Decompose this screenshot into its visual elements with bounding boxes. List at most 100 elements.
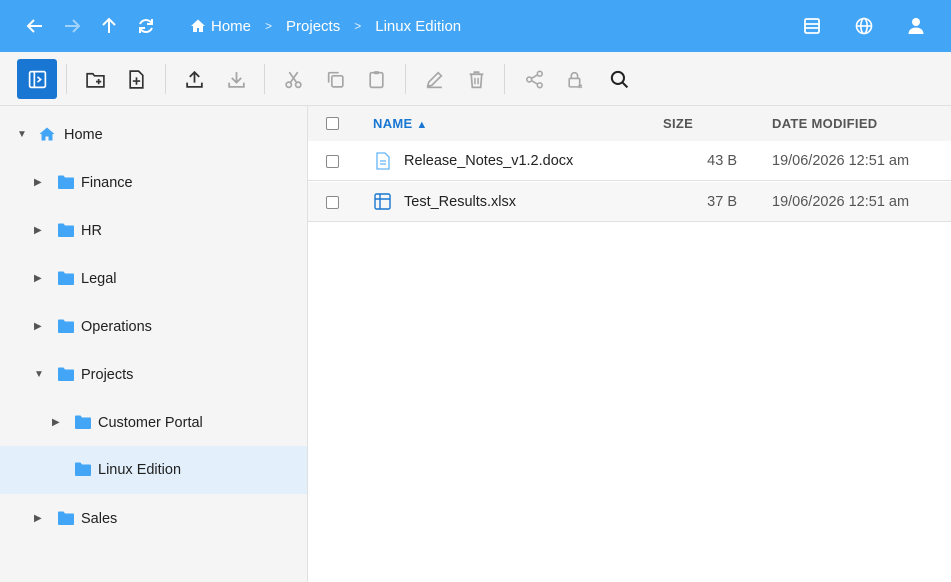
column-header-date[interactable]: DATE MODIFIED xyxy=(772,116,878,131)
tree-item-projects[interactable]: ▼ Projects xyxy=(0,351,307,399)
tree-item-label: Customer Portal xyxy=(98,415,203,431)
toolbar-divider xyxy=(165,64,166,94)
arrow-up-icon xyxy=(102,17,116,33)
lock-user-icon xyxy=(567,71,582,88)
upload-button[interactable] xyxy=(174,59,214,99)
toolbar-divider xyxy=(66,64,67,94)
caret-down-icon[interactable]: ▼ xyxy=(34,370,44,380)
folder-tree: ▼ Home ▶ Finance ▶ HR ▶ Legal ▶ Operatio… xyxy=(0,106,308,582)
breadcrumb-projects[interactable]: Projects xyxy=(286,18,340,35)
select-all-checkbox[interactable] xyxy=(326,117,339,130)
tree-item-customer-portal[interactable]: ▶ Customer Portal xyxy=(0,399,307,447)
toolbar-divider xyxy=(264,64,265,94)
file-name: Test_Results.xlsx xyxy=(404,194,517,210)
share-button[interactable] xyxy=(514,59,554,99)
folder-icon xyxy=(58,367,74,381)
download-button[interactable] xyxy=(216,59,256,99)
column-header-size[interactable]: SIZE xyxy=(663,116,693,131)
pencil-icon xyxy=(426,70,443,88)
toggle-sidebar-button[interactable] xyxy=(17,59,57,99)
user-button[interactable] xyxy=(903,13,929,39)
folder-icon xyxy=(58,319,74,333)
document-icon xyxy=(376,152,390,170)
layout-button[interactable] xyxy=(799,13,825,39)
file-name: Release_Notes_v1.2.docx xyxy=(404,153,574,169)
tree-item-label: Operations xyxy=(81,319,152,335)
scissors-icon xyxy=(284,71,302,88)
permissions-button[interactable] xyxy=(555,59,595,99)
folder-icon xyxy=(58,223,74,237)
tree-item-home[interactable]: ▼ Home xyxy=(0,111,307,159)
column-header-name[interactable]: NAME ▲ xyxy=(373,116,428,131)
row-checkbox[interactable] xyxy=(326,196,339,209)
new-folder-button[interactable] xyxy=(75,59,115,99)
tree-item-legal[interactable]: ▶ Legal xyxy=(0,255,307,303)
upload-icon xyxy=(185,70,203,88)
tree-item-hr[interactable]: ▶ HR xyxy=(0,207,307,255)
user-icon xyxy=(908,18,924,34)
refresh-button[interactable] xyxy=(133,13,159,39)
caret-right-icon[interactable]: ▶ xyxy=(34,514,44,524)
tree-item-linux-edition[interactable]: Linux Edition xyxy=(0,446,307,494)
breadcrumb-label: Home xyxy=(211,17,252,35)
sidebar-toggle-icon xyxy=(28,70,46,88)
refresh-icon xyxy=(139,19,153,33)
file-date: 19/06/2026 12:51 am xyxy=(772,194,910,210)
toolbar xyxy=(0,52,951,106)
layout-icon xyxy=(804,18,820,34)
breadcrumb-separator: > xyxy=(354,19,362,33)
sort-ascending-icon: ▲ xyxy=(416,119,428,131)
folder-icon xyxy=(58,511,74,525)
arrow-left-icon xyxy=(26,19,42,33)
up-button[interactable] xyxy=(96,13,122,39)
file-plus-icon xyxy=(128,69,144,89)
folder-icon xyxy=(75,462,91,476)
caret-right-icon[interactable]: ▶ xyxy=(34,226,44,236)
spreadsheet-icon xyxy=(374,193,391,210)
back-button[interactable] xyxy=(22,13,48,39)
folder-plus-icon xyxy=(85,72,105,88)
tree-item-label: Projects xyxy=(81,367,134,383)
forward-button[interactable] xyxy=(59,13,85,39)
caret-right-icon[interactable]: ▶ xyxy=(52,418,62,428)
home-icon xyxy=(39,127,55,141)
breadcrumb-label: Linux Edition xyxy=(375,17,462,35)
caret-down-icon[interactable]: ▼ xyxy=(17,130,27,140)
toolbar-divider xyxy=(405,64,406,94)
folder-icon xyxy=(58,175,74,189)
tree-item-finance[interactable]: ▶ Finance xyxy=(0,159,307,207)
tree-item-label: Legal xyxy=(81,271,117,287)
delete-button[interactable] xyxy=(456,59,496,99)
arrow-right-icon xyxy=(65,19,81,33)
file-list: NAME ▲ SIZE DATE MODIFIED Release_Notes_… xyxy=(308,106,951,582)
table-header: NAME ▲ SIZE DATE MODIFIED xyxy=(308,106,951,141)
breadcrumb-separator: > xyxy=(265,19,273,33)
tree-item-operations[interactable]: ▶ Operations xyxy=(0,303,307,351)
file-size: 43 B xyxy=(707,153,737,169)
clipboard-icon xyxy=(368,70,384,88)
breadcrumb-label: Projects xyxy=(286,17,341,35)
table-row[interactable]: Release_Notes_v1.2.docx 43 B 19/06/2026 … xyxy=(308,141,951,181)
copy-button[interactable] xyxy=(315,59,355,99)
table-row[interactable]: Test_Results.xlsx 37 B 19/06/2026 12:51 … xyxy=(308,182,951,222)
tree-item-sales[interactable]: ▶ Sales xyxy=(0,495,307,543)
caret-right-icon[interactable]: ▶ xyxy=(34,178,44,188)
breadcrumb-linux-edition[interactable]: Linux Edition xyxy=(375,18,461,35)
share-icon xyxy=(525,70,543,88)
row-checkbox[interactable] xyxy=(326,155,339,168)
folder-icon xyxy=(58,271,74,285)
breadcrumb-home[interactable]: Home xyxy=(190,18,251,35)
new-file-button[interactable] xyxy=(116,59,156,99)
caret-right-icon[interactable]: ▶ xyxy=(34,274,44,284)
rename-button[interactable] xyxy=(414,59,454,99)
search-button[interactable] xyxy=(599,59,639,99)
globe-icon xyxy=(855,17,873,35)
language-button[interactable] xyxy=(851,13,877,39)
breadcrumb: Home > Projects > Linux Edition xyxy=(190,0,461,52)
cut-button[interactable] xyxy=(273,59,313,99)
paste-button[interactable] xyxy=(356,59,396,99)
tree-item-label: Sales xyxy=(81,511,118,527)
search-icon xyxy=(610,70,628,88)
caret-right-icon[interactable]: ▶ xyxy=(34,322,44,332)
trash-icon xyxy=(469,70,483,88)
